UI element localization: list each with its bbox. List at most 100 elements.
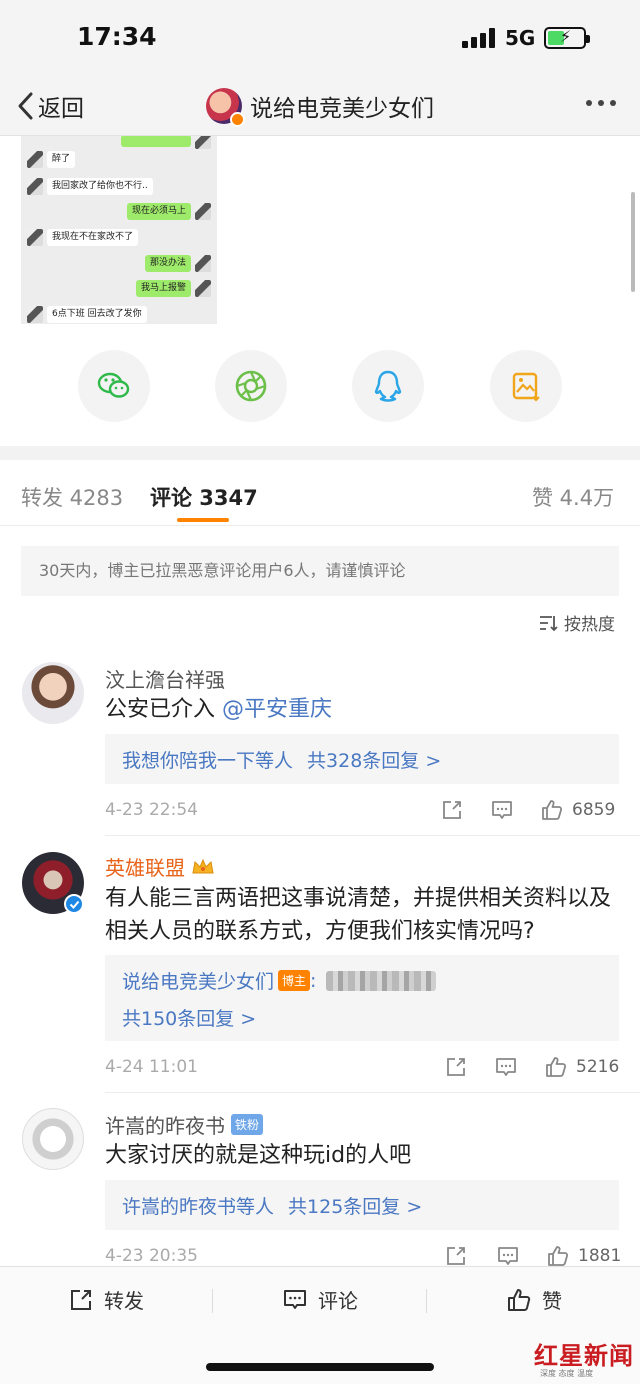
share-icon bbox=[71, 1289, 91, 1310]
sort-button[interactable]: 按热度 bbox=[538, 610, 615, 635]
reply-author: 我想你陪我一下等人 bbox=[122, 750, 294, 772]
comment-time: 4-24 11:01 bbox=[105, 1057, 198, 1077]
divider bbox=[212, 1289, 213, 1313]
section-divider bbox=[0, 446, 640, 460]
comment-button[interactable]: 评论 bbox=[282, 1285, 358, 1314]
fan-badge: 铁粉 bbox=[231, 1114, 264, 1135]
verified-badge-icon bbox=[230, 112, 245, 127]
comment-author[interactable]: 许嵩的昨夜书 铁粉 bbox=[105, 1110, 264, 1139]
avatar[interactable] bbox=[22, 1108, 84, 1170]
chat-message: 我马上报警 bbox=[135, 280, 211, 297]
comment-time: 4-23 22:54 bbox=[105, 800, 198, 820]
comment-separator bbox=[105, 835, 640, 836]
moments-icon bbox=[235, 370, 267, 402]
verified-icon bbox=[64, 894, 84, 914]
share-icon bbox=[443, 801, 461, 819]
blurred-reply-text bbox=[326, 970, 437, 991]
chat-message: 那没办法 bbox=[144, 255, 211, 272]
scrollbar[interactable] bbox=[631, 192, 635, 292]
reply-comment-button[interactable] bbox=[490, 798, 514, 822]
wechat-icon bbox=[97, 372, 130, 398]
reply-author: 许嵩的昨夜书等人 bbox=[122, 1196, 275, 1218]
sort-label: 按热度 bbox=[564, 615, 615, 635]
back-label: 返回 bbox=[38, 96, 84, 122]
chevron-left-icon bbox=[18, 92, 33, 120]
avatar bbox=[206, 88, 245, 127]
tab-repost[interactable]: 转发 4283 bbox=[21, 482, 123, 512]
comment-text: 大家讨厌的就是这种玩id的人吧 bbox=[105, 1143, 412, 1168]
chat-message: 6点下班 回去改了发你 bbox=[27, 306, 147, 323]
like-count: 5216 bbox=[576, 1057, 620, 1077]
reply-count[interactable]: 共150条回复 > bbox=[122, 1004, 256, 1031]
reply-count[interactable]: 共125条回复 > bbox=[288, 1192, 422, 1219]
status-time: 17:34 bbox=[77, 22, 157, 51]
chat-message: 我现在不在家改不了 bbox=[27, 229, 139, 246]
blacklist-notice: 30天内，博主已拉黑恶意评论用户6人，请谨慎评论 bbox=[21, 546, 619, 596]
share-icon bbox=[447, 1058, 465, 1076]
save-image-icon bbox=[512, 372, 540, 402]
comment-text: 有人能三言两语把这事说清楚，并提供相关资料以及相关人员的联系方式，方便我们核实情… bbox=[105, 886, 612, 944]
like-comment-button[interactable]: 1881 bbox=[546, 1244, 621, 1268]
reply-count[interactable]: 共328条回复 > bbox=[307, 746, 441, 773]
reply-preview[interactable]: 说给电竞美少女们 博主 : 共150条回复 > bbox=[105, 955, 619, 1041]
status-bar: 17:34 5G ⚡ bbox=[0, 0, 640, 76]
share-icon bbox=[447, 1247, 465, 1265]
share-qq-button[interactable] bbox=[352, 350, 424, 422]
comment-icon bbox=[284, 1289, 306, 1309]
home-indicator[interactable] bbox=[206, 1363, 434, 1371]
mention-link[interactable]: @平安重庆 bbox=[222, 697, 332, 722]
comment-label: 评论 bbox=[318, 1289, 358, 1313]
like-button[interactable]: 赞 bbox=[506, 1285, 562, 1314]
thumbs-up-icon bbox=[508, 1288, 531, 1311]
tab-like[interactable]: 赞 4.4万 bbox=[532, 482, 614, 512]
save-image-button[interactable] bbox=[490, 350, 562, 422]
like-label: 赞 bbox=[542, 1289, 562, 1313]
nav-title-group[interactable]: 说给电竞美少女们 bbox=[206, 84, 434, 128]
like-count: 1881 bbox=[578, 1246, 622, 1266]
comment-icon bbox=[496, 1058, 516, 1076]
share-wechat-button[interactable] bbox=[78, 350, 150, 422]
watermark-logo: 红星新闻 深度 态度 温度 bbox=[534, 1341, 634, 1378]
like-comment-button[interactable]: 5216 bbox=[544, 1055, 619, 1079]
share-moments-button[interactable] bbox=[215, 350, 287, 422]
chat-message: 我回家改了给你也不行.. bbox=[27, 178, 153, 195]
divider bbox=[426, 1289, 427, 1313]
avatar[interactable] bbox=[22, 662, 84, 724]
network-label: 5G bbox=[505, 26, 536, 50]
comment-separator bbox=[105, 1092, 640, 1093]
comment-tabs: 转发 4283 评论 3347 赞 4.4万 bbox=[0, 460, 640, 526]
comment-author[interactable]: 汶上澹台祥强 bbox=[105, 664, 225, 693]
signal-icon bbox=[462, 28, 496, 48]
more-icon[interactable] bbox=[586, 100, 616, 106]
reply-author[interactable]: 说给电竞美少女们 bbox=[122, 967, 274, 994]
like-comment-button[interactable]: 6859 bbox=[540, 798, 615, 822]
reply-preview[interactable]: 我想你陪我一下等人 共328条回复 > bbox=[105, 734, 619, 784]
comment-text: 公安已介入 @平安重庆 bbox=[105, 697, 333, 722]
repost-button[interactable]: 转发 bbox=[68, 1285, 144, 1314]
reply-comment-button[interactable] bbox=[496, 1244, 520, 1268]
chat-message: 现在必须马上 bbox=[126, 203, 211, 220]
comment-author[interactable]: 英雄联盟 bbox=[105, 852, 215, 881]
tab-active-indicator bbox=[177, 518, 229, 522]
reply-preview[interactable]: 许嵩的昨夜书等人 共125条回复 > bbox=[105, 1180, 619, 1230]
reply-comment-button[interactable] bbox=[494, 1055, 518, 1079]
post-image[interactable]: 醉了 我回家改了给你也不行.. 现在必须马上 我现在不在家改不了 那没办法 我马… bbox=[21, 136, 217, 324]
repost-label: 转发 bbox=[104, 1289, 144, 1313]
like-count: 6859 bbox=[572, 800, 616, 820]
tab-comment[interactable]: 评论 3347 bbox=[150, 482, 258, 512]
thumbs-up-icon bbox=[548, 1246, 569, 1266]
comment-time: 4-23 20:35 bbox=[105, 1246, 198, 1266]
repost-comment-button[interactable] bbox=[444, 1055, 468, 1079]
host-badge: 博主 bbox=[278, 970, 311, 991]
page-title: 说给电竞美少女们 bbox=[250, 96, 434, 122]
repost-comment-button[interactable] bbox=[444, 1244, 468, 1268]
comment-icon bbox=[492, 801, 512, 819]
back-button[interactable]: 返回 bbox=[16, 88, 84, 124]
comment-icon bbox=[498, 1247, 518, 1265]
chat-message: 醉了 bbox=[27, 151, 76, 168]
qq-icon bbox=[374, 370, 402, 402]
repost-comment-button[interactable] bbox=[440, 798, 464, 822]
sort-icon bbox=[540, 615, 558, 631]
battery-icon: ⚡ bbox=[544, 27, 590, 49]
thumbs-up-icon bbox=[542, 800, 563, 820]
